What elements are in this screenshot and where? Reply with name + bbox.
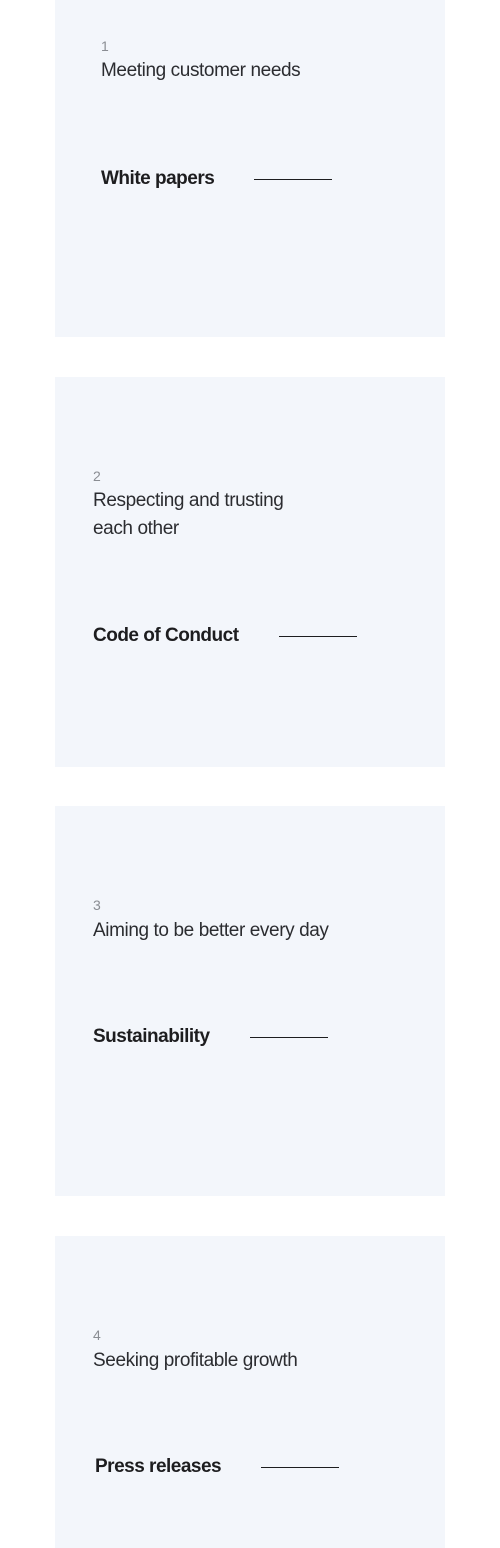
white-papers-link[interactable]: White papers [101,167,333,191]
card-number: 1 [101,38,109,54]
link-label: Sustainability [93,1026,210,1047]
link-label: White papers [101,168,215,189]
value-card-2: 2 Respecting and trusting each other Cod… [55,377,445,767]
card-heading: Aiming to be better every day [93,920,329,941]
card-heading: Respecting and trusting each other [93,490,284,539]
line-arrow-icon [249,1036,328,1038]
line-arrow-icon [278,635,357,637]
link-label: Press releases [95,1456,222,1477]
card-number: 2 [93,468,101,484]
sustainability-link[interactable]: Sustainability [93,1025,328,1049]
line-arrow-icon [254,178,333,180]
press-releases-link[interactable]: Press releases [95,1455,340,1479]
link-label: Code of Conduct [93,625,239,646]
card-heading: Seeking profitable growth [93,1350,298,1371]
value-card-3: 3 Aiming to be better every day Sustaina… [55,806,445,1196]
card-number: 3 [93,897,101,913]
card-heading: Meeting customer needs [101,60,301,81]
value-card-1: 1 Meeting customer needs White papers [55,0,445,337]
line-arrow-icon [261,1466,340,1468]
code-of-conduct-link[interactable]: Code of Conduct [93,624,357,648]
value-card-4: 4 Seeking profitable growth Press releas… [55,1236,445,1548]
card-number: 4 [93,1327,101,1343]
